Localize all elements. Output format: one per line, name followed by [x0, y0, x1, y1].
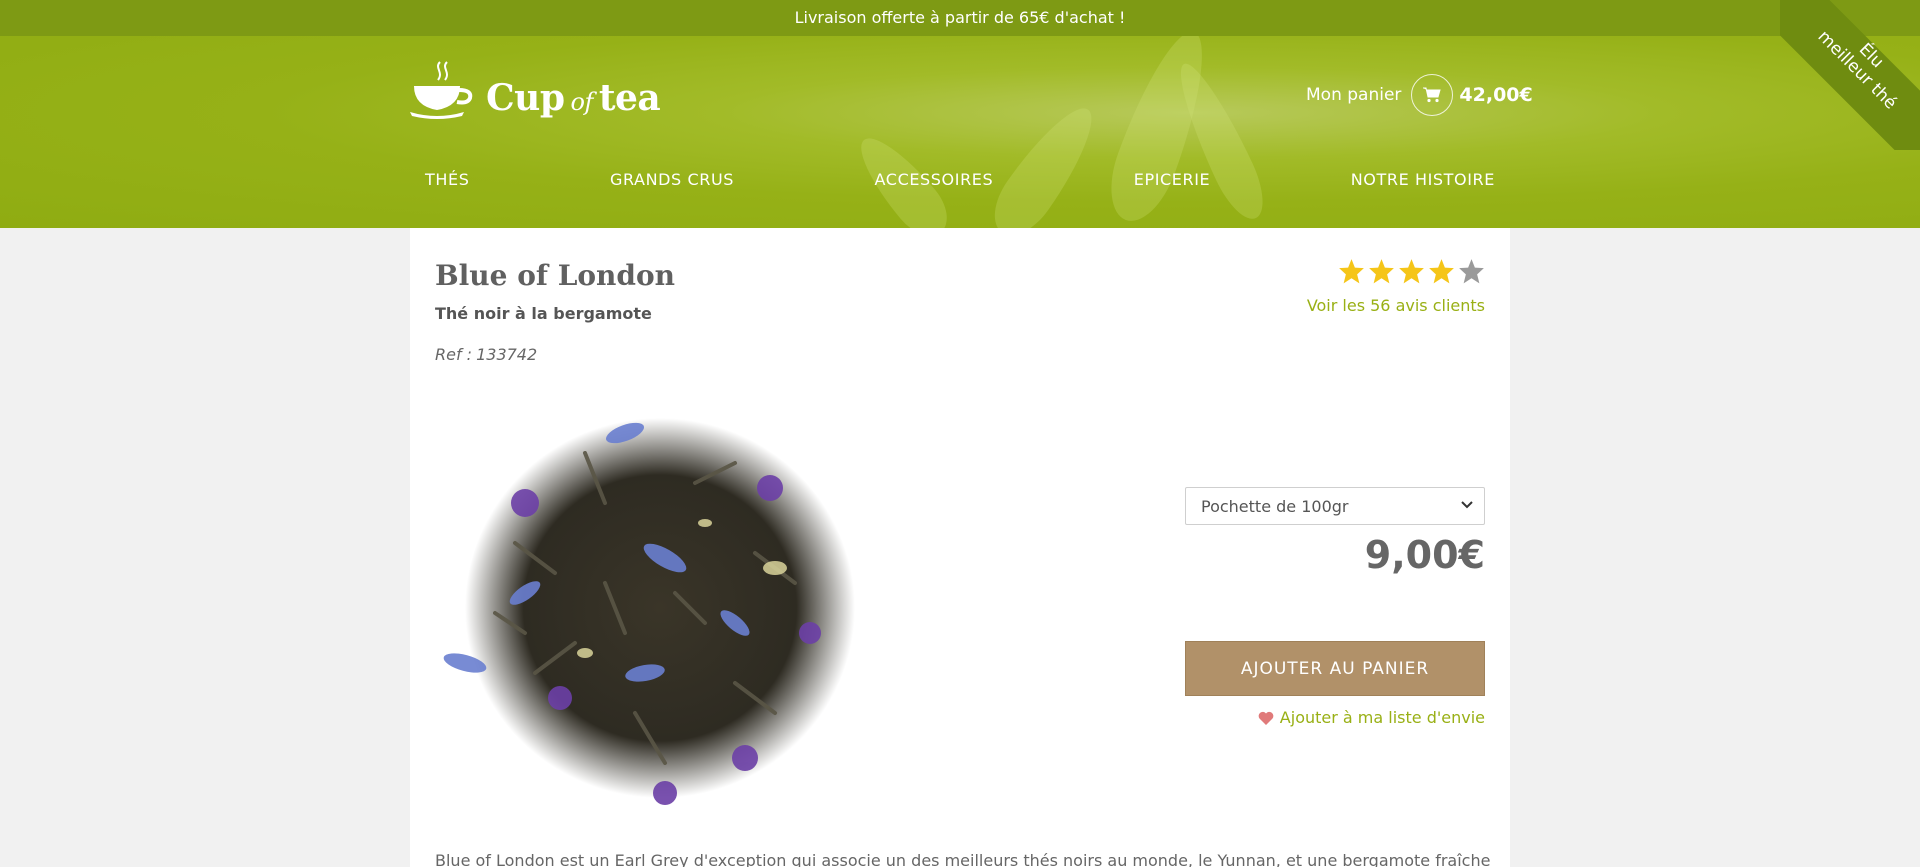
nav-item-thes[interactable]: THÉS [425, 170, 469, 189]
teacup-icon [410, 60, 476, 122]
add-to-cart-button[interactable]: AJOUTER AU PANIER [1185, 641, 1485, 696]
variant-select[interactable]: Pochette de 100gr [1185, 487, 1485, 525]
site-header: Cup of tea Mon panier 42,00€ THÉS GRANDS C… [0, 36, 1920, 228]
product-description: Blue of London est un Earl Grey d'except… [435, 851, 1495, 867]
brand-tea: tea [598, 77, 661, 119]
product-title: Blue of London [435, 259, 676, 292]
promo-text: Livraison offerte à partir de 65€ d'acha… [794, 8, 1126, 27]
wishlist-label: Ajouter à ma liste d'envie [1279, 708, 1485, 727]
brand-of: of [570, 88, 594, 116]
heart-icon [1258, 711, 1274, 725]
star-icon [1369, 259, 1394, 284]
reviews-link[interactable]: Voir les 56 avis clients [1307, 296, 1485, 315]
product-price: 9,00€ [1364, 533, 1485, 577]
site-logo[interactable]: Cup of tea [410, 60, 661, 122]
brand-name: Cup of tea [486, 77, 661, 122]
star-icon [1399, 259, 1424, 284]
star-rating[interactable] [1338, 258, 1485, 285]
product-ref: Ref :133742 [435, 345, 537, 364]
cart-icon[interactable] [1411, 74, 1454, 116]
brand-cup: Cup [486, 77, 565, 119]
product-ref-value: 133742 [476, 345, 538, 364]
variant-selected-value: Pochette de 100gr [1201, 496, 1349, 516]
award-ribbon: Élu meilleur thé [1780, 0, 1920, 150]
nav-item-epicerie[interactable]: EPICERIE [1134, 170, 1211, 189]
product-subtitle: Thé noir à la bergamote [435, 304, 652, 323]
cart-total: 42,00€ [1459, 84, 1533, 106]
nav-item-notre-histoire[interactable]: NOTRE HISTOIRE [1351, 170, 1495, 189]
main-nav: THÉS GRANDS CRUS ACCESSOIRES EPICERIE NO… [425, 170, 1495, 189]
star-icon [1339, 259, 1364, 284]
chevron-down-icon [1461, 501, 1473, 509]
award-ribbon-label: Élu meilleur thé [1780, 0, 1920, 150]
nav-item-grands-crus[interactable]: GRANDS CRUS [610, 170, 734, 189]
promo-bar: Livraison offerte à partir de 65€ d'acha… [0, 0, 1920, 36]
leaf-decoration [981, 95, 1109, 228]
cart-widget[interactable]: Mon panier 42,00€ [1306, 74, 1533, 116]
star-empty-icon [1459, 259, 1484, 284]
product-image [435, 393, 875, 833]
product-ref-label: Ref : [435, 345, 473, 364]
wishlist-link[interactable]: Ajouter à ma liste d'envie [1258, 708, 1485, 727]
cart-label: Mon panier [1306, 85, 1402, 105]
star-icon [1429, 259, 1454, 284]
product-card: Blue of London Thé noir à la bergamote R… [410, 228, 1510, 867]
nav-item-accessoires[interactable]: ACCESSOIRES [875, 170, 994, 189]
